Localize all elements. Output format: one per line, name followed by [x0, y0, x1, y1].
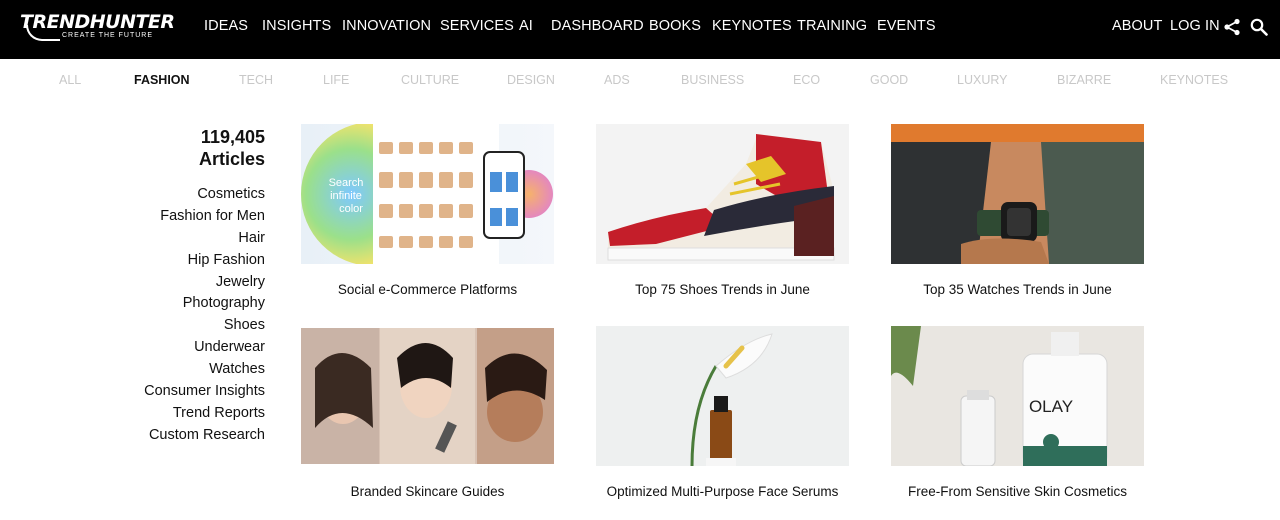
nav-ai[interactable]: AI	[519, 18, 533, 34]
article-title[interactable]: Social e-Commerce Platforms	[301, 282, 554, 297]
article-thumbnail[interactable]	[596, 326, 849, 466]
sidebar-link-cosmetics[interactable]: Cosmetics	[144, 184, 265, 206]
sidebar-link-shoes[interactable]: Shoes	[144, 315, 265, 337]
sidebar-link-fashion-for-men[interactable]: Fashion for Men	[144, 206, 265, 228]
nav-about[interactable]: ABOUT	[1112, 18, 1162, 34]
article-title[interactable]: Top 75 Shoes Trends in June	[596, 282, 849, 297]
category-bizarre[interactable]: BIZARRE	[1057, 73, 1111, 87]
nav-dashboard[interactable]: DASHBOARD	[551, 18, 644, 34]
category-culture[interactable]: CULTURE	[401, 73, 459, 87]
sidebar-link-hip-fashion[interactable]: Hip Fashion	[144, 250, 265, 272]
article-count-label: Articles	[198, 149, 265, 169]
article-title[interactable]: Free-From Sensitive Skin Cosmetics	[891, 484, 1144, 499]
category-all[interactable]: ALL	[59, 73, 81, 87]
logo-tagline: CREATE THE FUTURE	[62, 32, 154, 39]
search-icon[interactable]	[1250, 18, 1268, 36]
category-good[interactable]: GOOD	[870, 73, 908, 87]
share-icon[interactable]	[1223, 18, 1241, 36]
category-design[interactable]: DESIGN	[507, 73, 555, 87]
category-ads[interactable]: ADS	[604, 73, 630, 87]
sidebar-link-consumer-insights[interactable]: Consumer Insights	[144, 381, 265, 403]
nav-keynotes[interactable]: KEYNOTES	[712, 18, 792, 34]
article-title[interactable]: Top 35 Watches Trends in June	[891, 282, 1144, 297]
sidebar-link-watches[interactable]: Watches	[144, 359, 265, 381]
nav-events[interactable]: EVENTS	[877, 18, 936, 34]
sidebar-link-trend-reports[interactable]: Trend Reports	[144, 403, 265, 425]
category-business[interactable]: BUSINESS	[681, 73, 744, 87]
nav-ideas[interactable]: IDEAS	[204, 18, 248, 34]
sidebar-link-custom-research[interactable]: Custom Research	[144, 425, 265, 447]
nav-training[interactable]: TRAINING	[797, 18, 867, 34]
article-thumbnail[interactable]: OLAY	[891, 326, 1144, 466]
nav-innovation[interactable]: INNOVATION	[342, 18, 431, 34]
olay-logo-text: OLAY	[1029, 397, 1073, 416]
sidebar-link-hair[interactable]: Hair	[144, 228, 265, 250]
nav-books[interactable]: BOOKS	[649, 18, 701, 34]
svg-text:infinite: infinite	[330, 190, 362, 202]
category-tech[interactable]: TECH	[239, 73, 273, 87]
logo-wordmark: TRENDHUNTER	[20, 11, 175, 33]
category-luxury[interactable]: LUXURY	[957, 73, 1007, 87]
category-life[interactable]: LIFE	[323, 73, 349, 87]
article-thumbnail[interactable]: Search infinite color	[301, 124, 554, 264]
article-thumbnail[interactable]	[596, 124, 849, 264]
nav-login[interactable]: LOG IN	[1170, 18, 1220, 34]
article-title[interactable]: Branded Skincare Guides	[301, 484, 554, 499]
category-fashion[interactable]: FASHION	[134, 73, 190, 87]
subcategory-list: Cosmetics Fashion for Men Hair Hip Fashi…	[144, 184, 265, 447]
svg-text:Search: Search	[329, 177, 364, 189]
trendhunter-logo[interactable]: TRENDHUNTER CREATE THE FUTURE	[20, 11, 175, 45]
article-title[interactable]: Optimized Multi-Purpose Face Serums	[596, 484, 849, 499]
article-count-number: 119,405	[200, 127, 265, 147]
top-nav-bar: TRENDHUNTER CREATE THE FUTURE IDEAS INSI…	[0, 0, 1280, 59]
category-eco[interactable]: ECO	[793, 73, 820, 87]
article-thumbnail[interactable]	[891, 124, 1144, 264]
sidebar-link-underwear[interactable]: Underwear	[144, 337, 265, 359]
sidebar-link-jewelry[interactable]: Jewelry	[144, 272, 265, 294]
svg-text:color: color	[339, 203, 363, 215]
nav-services[interactable]: SERVICES	[440, 18, 514, 34]
nav-insights[interactable]: INSIGHTS	[262, 18, 331, 34]
article-count: 119,405 Articles	[199, 126, 265, 170]
sidebar-link-photography[interactable]: Photography	[144, 293, 265, 315]
category-keynotes[interactable]: KEYNOTES	[1160, 73, 1228, 87]
article-thumbnail[interactable]	[301, 328, 554, 464]
